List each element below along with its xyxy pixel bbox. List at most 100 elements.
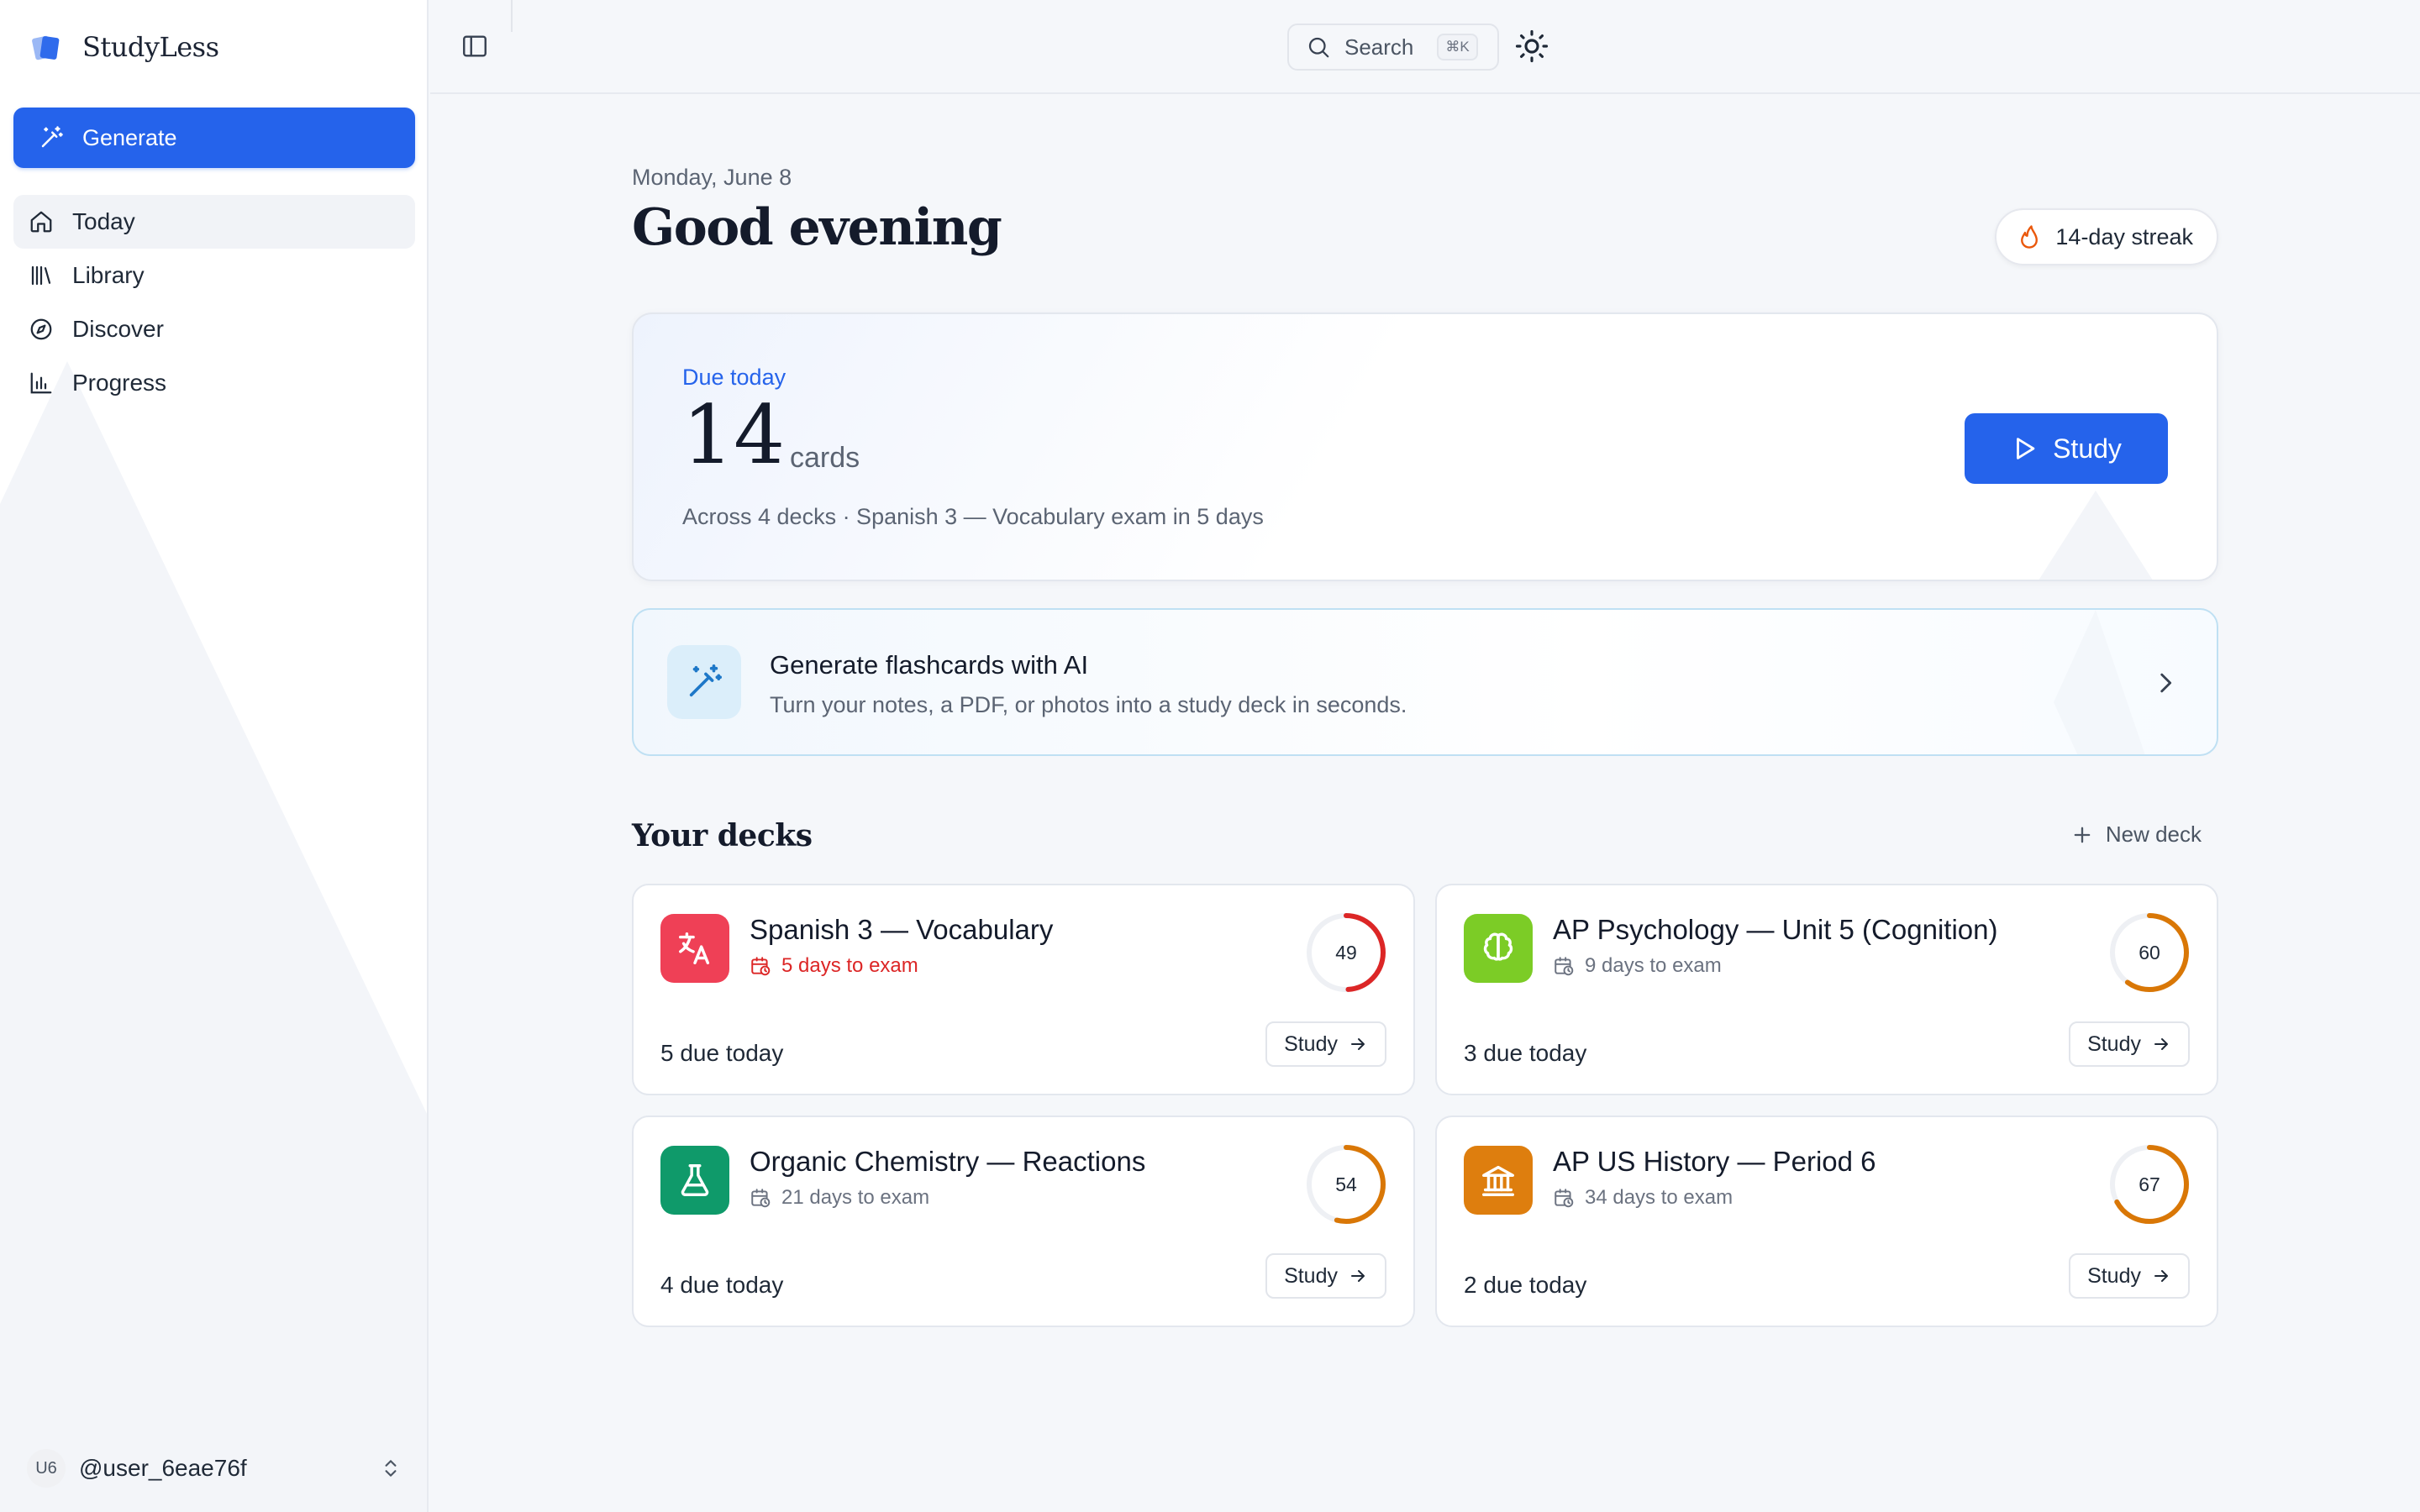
calendar-clock-icon xyxy=(1553,955,1575,977)
mastery-score: 60 xyxy=(2139,941,2160,963)
arrow-right-icon xyxy=(1348,1034,1368,1054)
current-date: Monday, June 8 xyxy=(632,165,792,190)
deck-exam-info: 21 days to exam xyxy=(750,1186,929,1210)
brand[interactable]: StudyLess xyxy=(30,25,219,69)
background-decoration xyxy=(0,361,427,1512)
sidebar-nav: Today Library Discover Progress xyxy=(13,195,415,410)
compass-icon xyxy=(29,317,54,342)
logo-icon xyxy=(30,30,64,64)
deck-exam-info: 34 days to exam xyxy=(1553,1186,1733,1210)
deck-study-button[interactable]: Study xyxy=(1265,1021,1386,1067)
deck-title: Organic Chemistry — Reactions xyxy=(750,1146,1146,1177)
translate-icon xyxy=(660,914,729,983)
deck-title: AP US History — Period 6 xyxy=(1553,1146,1876,1177)
deck-study-label: Study xyxy=(2087,1263,2141,1288)
decks-section-title: Your decks xyxy=(632,818,813,853)
deck-study-button[interactable]: Study xyxy=(2069,1253,2190,1299)
calendar-clock-icon xyxy=(1553,1187,1575,1209)
deck-title: Spanish 3 — Vocabulary xyxy=(750,914,1054,945)
due-today-card: Due today 14 cards Across 4 decks · Span… xyxy=(632,312,2218,581)
avatar: U6 xyxy=(27,1449,66,1488)
sidebar-toggle-icon[interactable] xyxy=(460,32,489,60)
deck-study-label: Study xyxy=(1284,1263,1338,1288)
mastery-score: 54 xyxy=(1335,1173,1357,1195)
keyboard-shortcut: ⌘K xyxy=(1437,34,1478,60)
arrow-right-icon xyxy=(2151,1266,2171,1286)
plus-icon xyxy=(2070,823,2094,847)
generate-button[interactable]: Generate xyxy=(13,108,415,168)
sidebar-item-library[interactable]: Library xyxy=(13,249,415,302)
deck-exam-info: 5 days to exam xyxy=(750,954,918,978)
magic-wand-icon xyxy=(39,125,64,150)
streak-label: 14-day streak xyxy=(2055,223,2193,249)
chevron-up-down-icon xyxy=(380,1457,402,1479)
sparkles-wand-icon xyxy=(667,645,741,719)
bar-chart-icon xyxy=(29,370,54,396)
mastery-score: 49 xyxy=(1335,941,1357,963)
new-deck-button[interactable]: New deck xyxy=(2070,822,2202,848)
sidebar-item-discover[interactable]: Discover xyxy=(13,302,415,356)
new-deck-label: New deck xyxy=(2105,822,2202,847)
deck-exam-text: 9 days to exam xyxy=(1585,954,1722,977)
sidebar-item-label: Today xyxy=(72,208,135,234)
user-menu[interactable]: U6 @user_6eae76f xyxy=(27,1446,402,1490)
home-icon xyxy=(29,209,54,234)
due-description: Across 4 decks · Spanish 3 — Vocabulary … xyxy=(682,504,1264,529)
deck-study-label: Study xyxy=(2087,1032,2141,1056)
topbar: Search ⌘K xyxy=(430,0,2420,94)
streak-badge[interactable]: 14-day streak xyxy=(1995,208,2218,265)
flask-icon xyxy=(660,1146,729,1215)
brain-icon xyxy=(1464,914,1533,983)
sidebar-item-progress[interactable]: Progress xyxy=(13,356,415,410)
deck-card[interactable]: AP US History — Period 6 34 days to exam… xyxy=(1435,1116,2218,1327)
deck-exam-text: 21 days to exam xyxy=(781,1186,930,1209)
search-label: Search xyxy=(1344,34,1414,60)
due-unit: cards xyxy=(790,442,860,474)
deck-due-count: 2 due today xyxy=(1464,1272,1587,1298)
arrow-right-icon xyxy=(2151,1034,2171,1054)
study-label: Study xyxy=(2053,433,2122,464)
mastery-score: 67 xyxy=(2139,1173,2160,1195)
due-count: 14 xyxy=(682,388,786,482)
deck-study-button[interactable]: Study xyxy=(1265,1253,1386,1299)
deck-exam-info: 9 days to exam xyxy=(1553,954,1722,978)
ai-card-subtitle: Turn your notes, a PDF, or photos into a… xyxy=(770,692,1407,717)
generate-label: Generate xyxy=(82,124,177,150)
due-label: Due today xyxy=(682,365,786,390)
card-decoration xyxy=(2054,610,2145,754)
deck-card[interactable]: AP Psychology — Unit 5 (Cognition) 9 day… xyxy=(1435,884,2218,1095)
study-button[interactable]: Study xyxy=(1965,413,2168,484)
deck-card[interactable]: Spanish 3 — Vocabulary 5 days to exam 49… xyxy=(632,884,1415,1095)
deck-due-count: 5 due today xyxy=(660,1040,784,1066)
page-title: Good evening xyxy=(632,198,1002,257)
arrow-right-icon xyxy=(1348,1266,1368,1286)
generate-ai-card[interactable]: Generate flashcards with AI Turn your no… xyxy=(632,608,2218,756)
deck-due-count: 4 due today xyxy=(660,1272,784,1298)
library-icon xyxy=(29,263,54,288)
search-button[interactable]: Search ⌘K xyxy=(1287,24,1499,71)
deck-study-label: Study xyxy=(1284,1032,1338,1056)
app-name: StudyLess xyxy=(82,31,219,63)
topbar-divider xyxy=(511,0,513,32)
flame-icon xyxy=(2017,224,2042,249)
ai-card-title: Generate flashcards with AI xyxy=(770,650,1089,680)
search-icon xyxy=(1306,34,1331,60)
deck-exam-text: 5 days to exam xyxy=(781,954,918,977)
deck-due-count: 3 due today xyxy=(1464,1040,1587,1066)
play-icon xyxy=(2011,434,2039,463)
sidebar-item-label: Progress xyxy=(72,370,167,396)
deck-exam-text: 34 days to exam xyxy=(1585,1186,1733,1209)
deck-title: AP Psychology — Unit 5 (Cognition) xyxy=(1553,914,1998,945)
deck-card[interactable]: Organic Chemistry — Reactions 21 days to… xyxy=(632,1116,1415,1327)
sidebar: StudyLess Generate Today Library Discove… xyxy=(0,0,429,1512)
deck-study-button[interactable]: Study xyxy=(2069,1021,2190,1067)
user-handle: @user_6eae76f xyxy=(79,1455,247,1481)
landmark-icon xyxy=(1464,1146,1533,1215)
calendar-clock-icon xyxy=(750,1187,771,1209)
calendar-clock-icon xyxy=(750,955,771,977)
sidebar-item-today[interactable]: Today xyxy=(13,195,415,249)
sidebar-item-label: Discover xyxy=(72,316,164,342)
sidebar-item-label: Library xyxy=(72,262,145,288)
sun-icon[interactable] xyxy=(1514,29,1549,64)
chevron-right-icon xyxy=(2151,669,2180,697)
